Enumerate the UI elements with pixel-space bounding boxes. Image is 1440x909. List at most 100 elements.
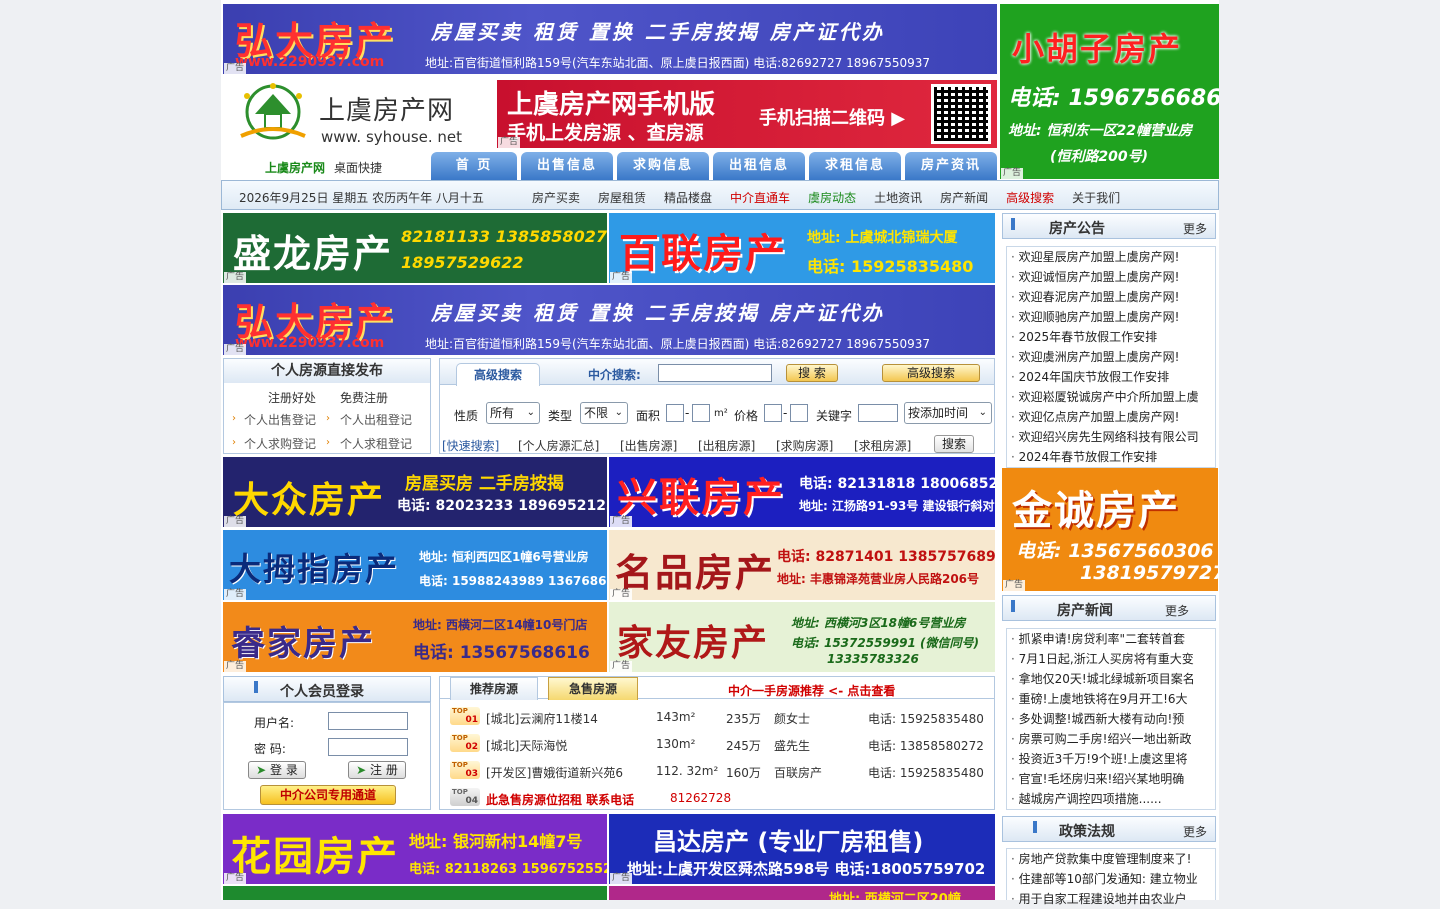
bailian-ad[interactable]: 百联房产 地址: 上虞城北锦瑞大厦 电话: 15925835480 广告 (609, 213, 995, 283)
table-row[interactable]: TOP 03 [开发区]曹娥街道新兴苑6 112. 32m² 160万 百联房产 电话: 1… (446, 757, 990, 784)
table-row[interactable]: TOP 04 此急售房源位招租 联系电话 81262728 (446, 784, 990, 811)
personal-want-rent-link[interactable]: 个人求租登记 (340, 435, 412, 452)
free-register-link[interactable]: 免费注册 (340, 389, 388, 406)
shenglong-ad[interactable]: 盛龙房产 82181133 13858580272 18957529622 广告 (223, 213, 607, 283)
news-list-item[interactable]: 抓紧申请!房贷利率"二套转首套 (1011, 629, 1215, 649)
area-max-input[interactable] (692, 404, 710, 422)
bar-link[interactable]: 土地资讯 (874, 191, 922, 205)
personal-buy-link[interactable]: 个人求购登记 (244, 435, 316, 452)
news-list-item[interactable]: 房票可购二手房!绍兴一地出新政 (1011, 729, 1215, 749)
bar-link[interactable]: 房产买卖 (532, 191, 580, 205)
hongda-mid-ad[interactable]: 弘大房产 房屋买卖 租赁 置换 二手房按揭 房产证代办 www.2290937.… (223, 285, 995, 355)
policy-list-item[interactable]: 住建部等10部门发通知: 建立物业 (1011, 869, 1215, 889)
personal-summary-link[interactable]: [个人房源汇总] (518, 437, 599, 454)
news-list-item[interactable]: 重磅!上虞地铁将在9月开工!6大 (1011, 689, 1215, 709)
advanced-search-button[interactable]: 高级搜索 (882, 364, 980, 382)
rent-listings-link[interactable]: [出租房源] (698, 437, 755, 454)
policy-list-item[interactable]: 房地产贷款集中度管理制度来了! (1011, 849, 1215, 869)
bar-link[interactable]: 中介直通车 (730, 191, 790, 205)
news-list-item[interactable]: 7月1日起,浙江人买房将有重大变 (1011, 649, 1215, 669)
xiaohuzi-ad[interactable]: 小胡子房产 电话: 15967566868 地址: 恒利东一区22幢营业房 (恒… (1000, 4, 1219, 179)
bar-link[interactable]: 房产新闻 (940, 191, 988, 205)
ruijia-ad[interactable]: 睿家房产 地址: 西横河二区14幢10号门店 电话: 13567568616 广… (223, 602, 607, 672)
policy-list-item[interactable]: 用于自家工程建设地并由农业户 (1011, 889, 1215, 909)
register-button[interactable]: ➤ 注 册 (348, 761, 406, 779)
bottom-right-ad[interactable]: 地址: 西横河二区20幢 (609, 886, 995, 900)
tab-rent-want[interactable]: 求租信息 (809, 152, 901, 180)
table-row[interactable]: TOP 01 [城北]云澜府11楼14 143m² 235万 颜女士 电话: 1592583… (446, 703, 990, 730)
agent-promo-link[interactable]: 中介一手房源推荐 <- 点击查看 (728, 682, 895, 699)
announce-list-item[interactable]: 欢迎春泥房产加盟上虞房产网! (1011, 287, 1215, 307)
register-benefits-link[interactable]: 注册好处 (268, 389, 316, 406)
sort-select[interactable]: 按添加时间 ⌄ (904, 402, 992, 424)
personal-sale-link[interactable]: 个人出售登记 (244, 411, 316, 428)
quick-search-link[interactable]: [快速搜索] (442, 437, 499, 454)
announce-list-item[interactable]: 2024年国庆节放假工作安排 (1011, 367, 1215, 387)
quick-link-brand[interactable]: 上虞房产网 (265, 159, 325, 176)
price-max-input[interactable] (790, 404, 808, 422)
bottom-left-ad[interactable] (223, 886, 607, 900)
announce-list-item[interactable]: 欢迎亿点房产加盟上虞房产网! (1011, 407, 1215, 427)
agent-search-input[interactable] (658, 364, 772, 382)
announce-list-item[interactable]: 欢迎崧厦锐诚房产中介所加盟上虞 (1011, 387, 1215, 407)
tab-buy[interactable]: 求购信息 (617, 152, 709, 180)
urgent-tab[interactable]: 急售房源 (548, 677, 638, 700)
site-logo[interactable]: 上虞房产网 www. syhouse. net (223, 80, 493, 152)
news-list-item[interactable]: 拿地仅20天!城北绿城新项目案名 (1011, 669, 1215, 689)
jincheng-ad[interactable]: 金诚房产 电话: 13567560306 13819579727 广告 (1002, 468, 1218, 591)
bar-link[interactable]: 房屋租赁 (598, 191, 646, 205)
bar-link[interactable]: 精品楼盘 (664, 191, 712, 205)
want-rent-listings-link[interactable]: [求租房源] (854, 437, 911, 454)
news-list-item[interactable]: 多处调整!城西新大楼有动向!预 (1011, 709, 1215, 729)
announce-list-item[interactable]: 欢迎诚恒房产加盟上虞房产网! (1011, 267, 1215, 287)
hongda-top-ad[interactable]: 弘大房产 房屋买卖 租赁 置换 二手房按揭 房产证代办 www.2290937.… (223, 4, 997, 74)
announce-list-item[interactable]: 欢迎星辰房产加盟上虞房产网! (1011, 247, 1215, 267)
announce-list-item[interactable]: 2024年春节放假工作安排 (1011, 447, 1215, 467)
news-more-link[interactable]: 更多 (1165, 602, 1189, 619)
dazhong-ad[interactable]: 大众房产 房屋买房 二手房按揭 电话: 82023233 18969521233… (223, 457, 607, 527)
announce-more-link[interactable]: 更多 (1183, 220, 1207, 237)
ad-tag: 广告 (610, 516, 633, 527)
recommended-tab[interactable]: 推荐房源 (450, 677, 538, 700)
area-min-input[interactable] (666, 404, 684, 422)
mobile-app-ad[interactable]: 上虞房产网手机版 手机上发房源 、查房源 手机扫描二维码 ▶ 广告 (497, 80, 997, 148)
xinglian-ad[interactable]: 兴联房产 电话: 82131818 18006852766 地址: 江扬路91-… (609, 457, 995, 527)
changda-ad[interactable]: 昌达房产 (专业厂房租售) 地址:上虞开发区舜杰路598号 电话:1800575… (609, 814, 995, 884)
news-list-item[interactable]: 越城房产调控四项措施...... (1011, 789, 1215, 809)
announce-list-item[interactable]: 欢迎顺驰房产加盟上虞房产网! (1011, 307, 1215, 327)
buy-listings-link[interactable]: [求购房源] (776, 437, 833, 454)
policy-more-link[interactable]: 更多 (1183, 823, 1207, 840)
tab-sale[interactable]: 出售信息 (521, 152, 613, 180)
mingpin-ad[interactable]: 名品房产 电话: 82871401 13857576897 地址: 丰惠锦泽苑营… (609, 530, 995, 600)
nature-select[interactable]: 所有 ⌄ (486, 402, 540, 424)
agent-search-button[interactable]: 搜 索 (786, 364, 838, 382)
huayuan-ad[interactable]: 花园房产 地址: 银河新村14幢7号 电话: 82118263 15967525… (223, 814, 607, 884)
table-row[interactable]: TOP 02 [城北]天际海悦 130m² 245万 盛先生 电话: 13858580272 (446, 730, 990, 757)
tab-rent-out[interactable]: 出租信息 (713, 152, 805, 180)
quick-search-button[interactable]: 搜索 (934, 435, 974, 453)
bar-link[interactable]: 高级搜索 (1006, 191, 1054, 205)
bar-link[interactable]: 虞房动态 (808, 191, 856, 205)
quick-link-desktop[interactable]: 桌面快捷 (334, 159, 382, 176)
top-rank-label: TOP (452, 734, 468, 742)
announce-list-item[interactable]: 欢迎虞洲房产加盟上虞房产网! (1011, 347, 1215, 367)
login-button[interactable]: ➤ 登 录 (248, 761, 306, 779)
price-min-input[interactable] (764, 404, 782, 422)
agent-channel-button[interactable]: 中介公司专用通道 (260, 785, 396, 805)
personal-rent-link[interactable]: 个人出租登记 (340, 411, 412, 428)
password-input[interactable] (328, 738, 408, 756)
announce-list-item[interactable]: 欢迎绍兴房先生网络科技有限公司 (1011, 427, 1215, 447)
username-input[interactable] (328, 712, 408, 730)
news-list-item[interactable]: 投资近3千万!9个班!上虞这里将 (1011, 749, 1215, 769)
bar-link[interactable]: 关于我们 (1072, 191, 1120, 205)
type-select[interactable]: 不限 ⌄ (580, 402, 628, 424)
sale-listings-link[interactable]: [出售房源] (620, 437, 677, 454)
jiayou-ad[interactable]: 家友房产 地址: 西横河3区18幢6号营业房 电话: 15372559991 (… (609, 602, 995, 672)
keyword-input[interactable] (858, 404, 898, 422)
tab-news[interactable]: 房产资讯 (905, 152, 997, 180)
tab-home[interactable]: 首 页 (431, 152, 517, 180)
news-list-item[interactable]: 官宣!毛坯房归来!绍兴某地明确 (1011, 769, 1215, 789)
damuzhi-ad[interactable]: 大拇指房产 地址: 恒利西四区1幢6号营业房 电话: 15988243989 1… (223, 530, 607, 600)
announce-list-item[interactable]: 2025年春节放假工作安排 (1011, 327, 1215, 347)
advanced-search-tab[interactable]: 高级搜索 (456, 363, 540, 386)
